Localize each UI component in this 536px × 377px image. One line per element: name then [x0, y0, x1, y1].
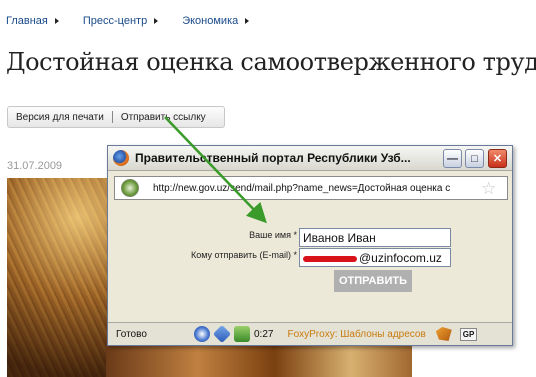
annotation-arrow — [164, 116, 267, 224]
arrow-line — [164, 116, 267, 224]
